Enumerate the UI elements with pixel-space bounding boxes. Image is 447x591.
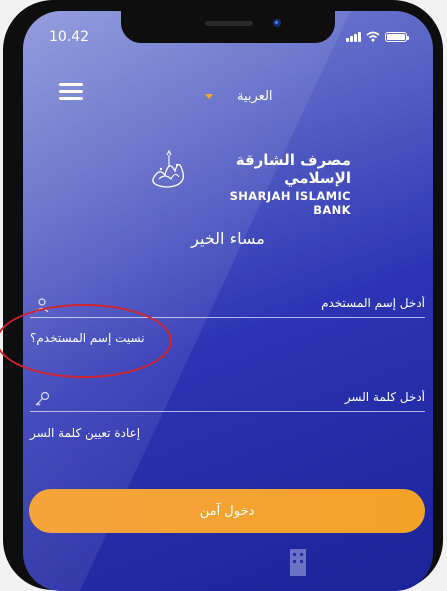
hamburger-menu-icon[interactable] <box>59 83 83 101</box>
brand-name-arabic: مصرف الشارقة الإسلامي <box>235 151 351 187</box>
brand-name-english: SHARJAH ISLAMIC BANK <box>229 189 351 217</box>
language-label: العربية <box>237 89 273 104</box>
password-input[interactable] <box>62 385 425 409</box>
secure-login-button[interactable]: دخول آمن <box>29 489 425 533</box>
status-icons <box>346 31 409 42</box>
camera-icon <box>273 19 281 27</box>
calligraphy-logo-icon <box>152 149 185 188</box>
key-icon <box>35 391 50 406</box>
language-selector[interactable]: العربية <box>205 89 273 104</box>
caret-down-icon <box>205 94 213 99</box>
building-icon <box>290 549 306 576</box>
wifi-icon <box>366 31 380 42</box>
bank-logo: مصرف الشارقة الإسلامي SHARJAH ISLAMIC BA… <box>149 149 351 217</box>
speaker <box>205 21 253 26</box>
reset-password-link[interactable]: إعادة تعيين كلمة السر <box>30 426 140 440</box>
annotation-circle <box>0 304 172 378</box>
greeting-text: مساء الخير <box>191 229 265 248</box>
status-time: 10.42 <box>49 29 90 45</box>
password-field[interactable] <box>30 385 425 412</box>
battery-icon <box>385 31 409 42</box>
brand-text: مصرف الشارقة الإسلامي SHARJAH ISLAMIC BA… <box>191 151 351 217</box>
notch <box>121 11 335 43</box>
signal-icon <box>346 31 361 42</box>
